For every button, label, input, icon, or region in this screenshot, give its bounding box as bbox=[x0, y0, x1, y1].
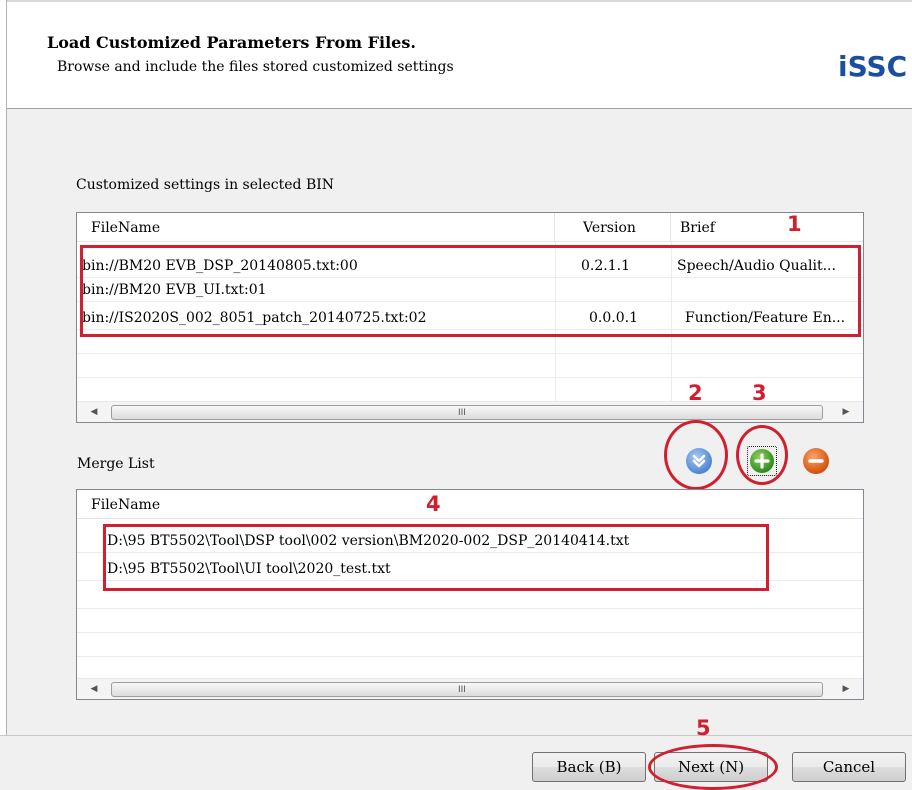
bin-list-header: FileName Version Brief bbox=[77, 213, 863, 242]
wizard-footer bbox=[0, 735, 912, 783]
scrollbar-grip: III bbox=[458, 685, 466, 695]
company-logo: iSSC bbox=[838, 50, 908, 83]
annotation-number-5: 5 bbox=[696, 716, 711, 740]
annotation-number-1: 1 bbox=[787, 212, 802, 236]
table-row-empty bbox=[77, 634, 863, 657]
column-header-brief[interactable]: Brief bbox=[671, 213, 863, 241]
annotation-circle-5 bbox=[648, 744, 778, 790]
cancel-button[interactable]: Cancel bbox=[792, 752, 906, 782]
scroll-right-arrow[interactable]: ▶ bbox=[839, 682, 853, 696]
remove-button[interactable] bbox=[803, 448, 829, 474]
annotation-box-1 bbox=[80, 245, 861, 337]
merge-list[interactable]: FileName D:\95 BT5502\Tool\DSP tool\002 … bbox=[76, 489, 864, 700]
column-header-version[interactable]: Version bbox=[555, 213, 671, 241]
minus-icon bbox=[808, 459, 824, 463]
scrollbar-thumb[interactable]: III bbox=[111, 682, 823, 697]
column-header-filename[interactable]: FileName bbox=[77, 490, 863, 518]
window-left-border bbox=[0, 0, 7, 782]
bin-list-hscrollbar[interactable]: ◀ III ▶ bbox=[77, 401, 863, 422]
scroll-left-arrow[interactable]: ◀ bbox=[87, 405, 101, 419]
back-button[interactable]: Back (B) bbox=[532, 752, 646, 782]
bin-list-label: Customized settings in selected BIN bbox=[76, 177, 335, 193]
wizard-header: Load Customized Parameters From Files. B… bbox=[0, 2, 912, 109]
scrollbar-grip: III bbox=[458, 408, 466, 418]
page-subtitle: Browse and include the files stored cust… bbox=[57, 59, 454, 75]
scroll-right-arrow[interactable]: ▶ bbox=[839, 405, 853, 419]
scrollbar-thumb[interactable]: III bbox=[111, 405, 823, 420]
annotation-number-3: 3 bbox=[752, 381, 767, 405]
column-header-filename[interactable]: FileName bbox=[77, 213, 555, 241]
merge-list-hscrollbar[interactable]: ◀ III ▶ bbox=[77, 678, 863, 699]
annotation-circle-2 bbox=[664, 420, 728, 490]
annotation-box-4 bbox=[103, 524, 769, 591]
merge-list-header: FileName bbox=[77, 490, 863, 519]
annotation-circle-3 bbox=[736, 425, 788, 485]
scroll-left-arrow[interactable]: ◀ bbox=[87, 682, 101, 696]
table-row-empty bbox=[77, 610, 863, 633]
annotation-number-2: 2 bbox=[688, 381, 703, 405]
page-title: Load Customized Parameters From Files. bbox=[47, 33, 416, 52]
table-row-empty bbox=[77, 355, 863, 378]
annotation-number-4: 4 bbox=[426, 492, 441, 516]
merge-list-label: Merge List bbox=[77, 456, 155, 472]
